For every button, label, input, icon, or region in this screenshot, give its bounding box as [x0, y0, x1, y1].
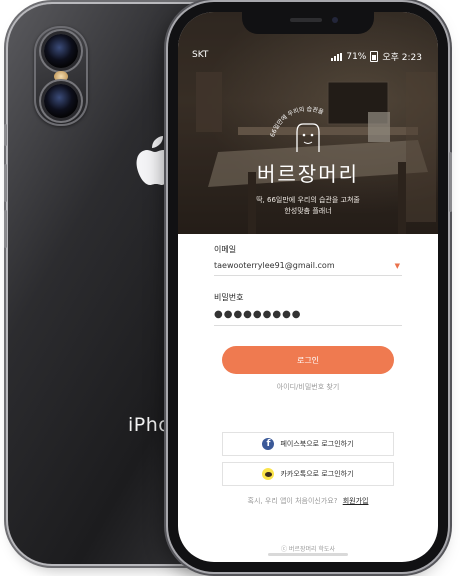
- volume-up-button: [4, 164, 7, 202]
- tagline-line-2: 한성맞춤 플래너: [284, 207, 332, 215]
- facebook-icon: f: [262, 438, 275, 450]
- tagline: 딱, 66일만에 우리의 습관을 고쳐줄 한성맞춤 플래너: [178, 195, 438, 217]
- earpiece-speaker: [290, 18, 322, 22]
- facebook-login-label: 페이스북으로 로그인하기: [280, 440, 354, 448]
- kakaotalk-icon: [262, 468, 275, 480]
- login-form: 이메일 taewooterrylee91@gmail.com ▼ 비밀번호 ●●…: [214, 244, 402, 506]
- mute-switch: [4, 124, 7, 146]
- signal-icon: [331, 52, 343, 61]
- power-button: [449, 152, 452, 212]
- camera-lens-icon: [44, 84, 78, 118]
- facebook-login-button[interactable]: f 페이스북으로 로그인하기: [222, 432, 394, 456]
- brand-title: 버르장머리: [257, 162, 359, 186]
- front-camera-icon: [332, 17, 338, 23]
- front-phone: SKT 71% 오후 2:23 66일만에 우리의 습관을 버르장머리 딱, 6…: [168, 2, 452, 572]
- brand-mascot-logo: 66일만에 우리의 습관을: [269, 105, 325, 152]
- brand-block: 66일만에 우리의 습관을 버르장머리 딱, 66일만에 우리의 습관을 고쳐줄…: [178, 102, 438, 217]
- find-account-link[interactable]: 아이디/비밀번호 찾기: [214, 382, 402, 392]
- dropdown-caret-icon[interactable]: ▼: [395, 262, 400, 270]
- password-value: ●●●●●●●●●: [214, 309, 302, 320]
- battery-icon: [370, 51, 379, 62]
- home-indicator[interactable]: [268, 553, 348, 556]
- email-label: 이메일: [214, 245, 237, 254]
- carrier-label: SKT: [192, 50, 209, 60]
- notch: [242, 12, 374, 34]
- flash-icon: [54, 71, 68, 82]
- camera-module: [34, 26, 88, 126]
- volume-down-button: [4, 210, 7, 248]
- email-field[interactable]: taewooterrylee91@gmail.com ▼: [214, 261, 402, 276]
- signup-prompt: 혹시, 우리 앱이 처음이신가요?: [247, 497, 338, 505]
- tagline-line-1: 딱, 66일만에 우리의 습관을 고쳐줄: [256, 196, 360, 204]
- footer-copyright: ⓒ 버르장머리 학도사: [281, 546, 335, 553]
- login-button[interactable]: 로그인: [222, 346, 394, 374]
- clock: 오후 2:23: [382, 53, 422, 63]
- signup-row: 혹시, 우리 앱이 처음이신가요? 회원가입: [214, 496, 402, 506]
- kakao-login-label: 카카오톡으로 로그인하기: [280, 470, 354, 478]
- signup-link[interactable]: 회원가입: [343, 497, 369, 505]
- status-right: 71% 오후 2:23: [331, 50, 422, 63]
- phone-screen: SKT 71% 오후 2:23 66일만에 우리의 습관을 버르장머리 딱, 6…: [178, 12, 438, 562]
- email-value: taewooterrylee91@gmail.com: [214, 261, 335, 270]
- password-label: 비밀번호: [214, 293, 244, 302]
- battery-percent: 71%: [346, 51, 367, 62]
- password-field[interactable]: ●●●●●●●●●: [214, 309, 402, 326]
- camera-lens-icon: [44, 34, 78, 68]
- kakao-login-button[interactable]: 카카오톡으로 로그인하기: [222, 462, 394, 486]
- status-bar: SKT 71% 오후 2:23: [178, 48, 438, 64]
